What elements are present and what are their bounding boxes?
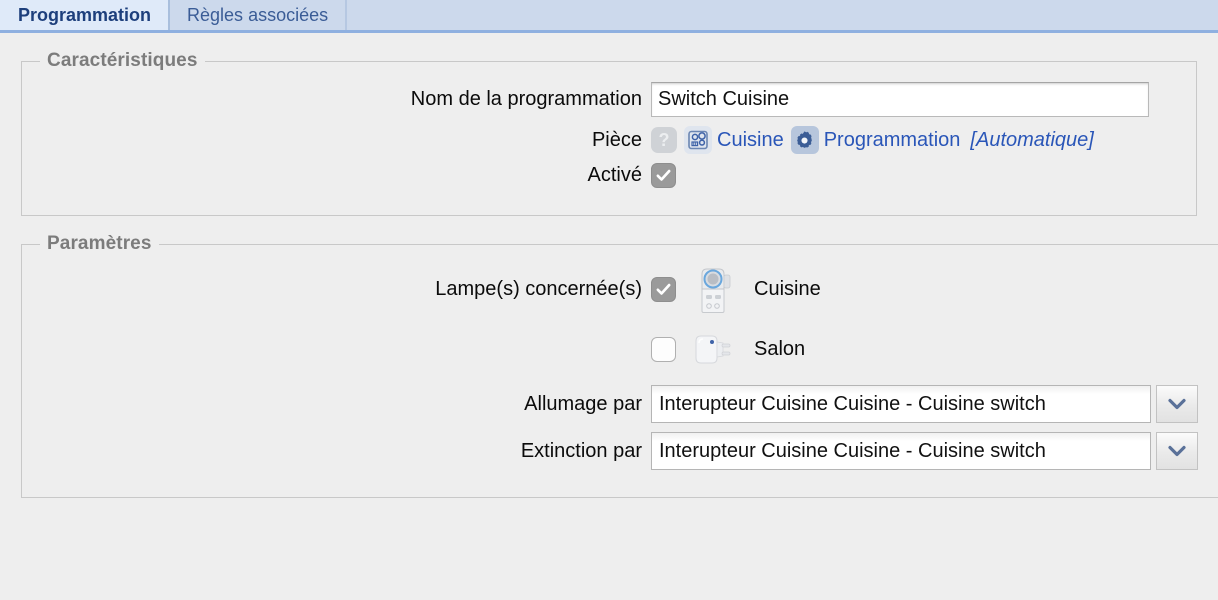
- lampe-cuisine-label: Cuisine: [754, 277, 821, 300]
- extinction-par-field: Interupteur Cuisine Cuisine - Cuisine sw…: [651, 432, 1198, 470]
- tab-regles-associees-label: Règles associées: [187, 4, 329, 25]
- extinction-par-value[interactable]: Interupteur Cuisine Cuisine - Cuisine sw…: [651, 432, 1151, 470]
- extinction-par-dropdown-button[interactable]: [1156, 432, 1198, 470]
- cooktop-icon[interactable]: [684, 126, 712, 154]
- row-piece: Pièce ? Cuisine Programmation [Automatiq…: [22, 126, 1168, 154]
- section-parametres-body: Lampe(s) concernée(s) Cuisine Salon Allu…: [22, 255, 1218, 497]
- row-allumage-par: Allumage par Interupteur Cuisine Cuisine…: [22, 385, 1198, 423]
- lampe-salon-label: Salon: [754, 337, 806, 360]
- section-parametres-legend: Paramètres: [47, 233, 152, 254]
- lampe-salon-checkbox[interactable]: [651, 336, 676, 362]
- chevron-down-icon: [1168, 445, 1186, 457]
- content-area: Caractéristiques Nom de la programmation…: [0, 50, 1218, 498]
- piece-label: Pièce: [591, 128, 642, 151]
- allumage-par-dropdown-button[interactable]: [1156, 385, 1198, 423]
- active-checkbox[interactable]: [651, 163, 676, 188]
- section-caracteristiques-legend: Caractéristiques: [47, 50, 198, 71]
- nom-programmation-label: Nom de la programmation: [410, 88, 642, 110]
- extinction-par-label: Extinction par: [520, 439, 642, 462]
- nom-programmation-field: [651, 82, 1168, 117]
- active-label: Activé: [587, 164, 642, 186]
- piece-category-label[interactable]: Programmation: [824, 129, 961, 152]
- allumage-par-select[interactable]: Interupteur Cuisine Cuisine - Cuisine sw…: [651, 385, 1198, 423]
- tab-programmation-label: Programmation: [18, 4, 152, 25]
- allumage-par-field: Interupteur Cuisine Cuisine - Cuisine sw…: [651, 385, 1198, 423]
- active-field: [651, 163, 1168, 188]
- help-icon[interactable]: ?: [651, 127, 677, 153]
- row-nom-programmation: Nom de la programmation: [22, 82, 1168, 117]
- row-active: Activé: [22, 163, 1168, 188]
- tab-programmation[interactable]: Programmation: [0, 0, 171, 30]
- tab-regles-associees[interactable]: Règles associées: [170, 0, 348, 30]
- nom-programmation-input[interactable]: [651, 82, 1149, 117]
- chevron-down-icon: [1168, 398, 1186, 410]
- piece-room-label[interactable]: Cuisine: [717, 129, 784, 152]
- allumage-par-label: Allumage par: [524, 392, 642, 415]
- row-lampes-cuisine: Lampe(s) concernée(s) Cuisine: [22, 265, 1198, 313]
- piece-mode-note: [Automatique]: [970, 128, 1094, 151]
- help-icon-glyph: ?: [658, 130, 670, 150]
- gear-icon[interactable]: [790, 126, 819, 154]
- tab-bar-filler: [347, 0, 1218, 30]
- smart-plug-icon: [692, 265, 734, 313]
- lampe-salon-field: Salon: [651, 325, 1198, 373]
- lampes-concernees-label: Lampe(s) concernée(s): [435, 277, 642, 300]
- allumage-par-value[interactable]: Interupteur Cuisine Cuisine - Cuisine sw…: [651, 385, 1151, 423]
- lampe-cuisine-checkbox[interactable]: [651, 276, 676, 302]
- smart-plug-icon: [692, 325, 734, 373]
- section-caracteristiques-body: Nom de la programmation Pièce ?: [22, 72, 1196, 215]
- row-lampes-salon: Salon: [22, 325, 1198, 373]
- lampe-cuisine-field: Cuisine: [651, 265, 1198, 313]
- piece-field: ? Cuisine Programmation [Automatique]: [651, 126, 1168, 154]
- section-caracteristiques: Caractéristiques Nom de la programmation…: [21, 50, 1197, 216]
- row-extinction-par: Extinction par Interupteur Cuisine Cuisi…: [22, 432, 1198, 470]
- tab-bar: Programmation Règles associées: [0, 0, 1218, 33]
- section-parametres: Paramètres Lampe(s) concernée(s) Cuisine…: [21, 233, 1218, 498]
- extinction-par-select[interactable]: Interupteur Cuisine Cuisine - Cuisine sw…: [651, 432, 1198, 470]
